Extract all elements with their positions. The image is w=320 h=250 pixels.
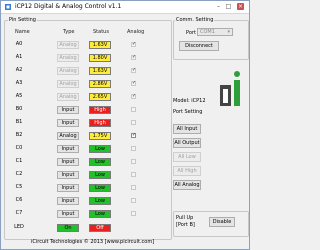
pin-status-indicator: Low bbox=[89, 197, 111, 205]
pin-status-indicator: 1.80V bbox=[89, 54, 111, 62]
pin-name: B2 bbox=[15, 132, 23, 138]
minimize-button[interactable]: – bbox=[215, 3, 222, 10]
maximize-button[interactable]: □ bbox=[225, 3, 232, 10]
pin-name: B0 bbox=[15, 106, 23, 112]
pin-status-indicator: Low bbox=[89, 184, 111, 192]
pin-status-indicator: High bbox=[89, 106, 111, 114]
pin-analog-checkbox[interactable] bbox=[131, 159, 136, 164]
pin-name: A0 bbox=[15, 41, 23, 47]
icircuit-logo-icon bbox=[220, 71, 240, 106]
header-name: Name bbox=[15, 29, 30, 35]
pin-type-button[interactable]: Analog bbox=[57, 80, 79, 88]
pin-analog-checkbox[interactable]: ✓ bbox=[131, 42, 136, 47]
pin-name: A2 bbox=[15, 67, 23, 73]
pin-type-button[interactable]: Input bbox=[57, 171, 79, 179]
pin-analog-checkbox[interactable] bbox=[131, 107, 136, 112]
footer-copyright: iCircuit Technologies © 2013 [www.picirc… bbox=[31, 239, 155, 245]
header-status: Status bbox=[93, 29, 109, 35]
pin-status-indicator: 1.63V bbox=[89, 67, 111, 75]
pin-type-button[interactable]: Input bbox=[57, 119, 79, 127]
pin-analog-checkbox[interactable] bbox=[131, 146, 136, 151]
close-button[interactable]: × bbox=[237, 3, 244, 10]
pin-setting-group bbox=[4, 20, 172, 240]
pin-type-button[interactable]: Analog bbox=[57, 54, 79, 62]
pin-analog-checkbox[interactable]: ✓ bbox=[131, 81, 136, 86]
chevron-down-icon: ▾ bbox=[227, 29, 230, 35]
pin-analog-checkbox[interactable]: ✓ bbox=[131, 55, 136, 60]
header-type: Type bbox=[63, 29, 75, 35]
port-label: Port bbox=[186, 30, 196, 36]
all-input-button[interactable]: All Input bbox=[173, 124, 201, 134]
comm-setting-caption: Comm. Setting bbox=[175, 17, 215, 23]
pin-name: C1 bbox=[15, 158, 23, 164]
pin-analog-checkbox[interactable] bbox=[131, 185, 136, 190]
pullup-label: Pull Up bbox=[176, 215, 194, 221]
pin-status-indicator: 2.86V bbox=[89, 80, 111, 88]
pin-type-button[interactable]: Input bbox=[57, 210, 79, 218]
pin-status-indicator: 1.75V bbox=[89, 132, 111, 140]
pin-analog-checkbox[interactable]: ✓ bbox=[131, 94, 136, 99]
all-analog-button[interactable]: All Analog bbox=[173, 180, 201, 190]
pin-type-button[interactable]: Analog bbox=[57, 41, 79, 49]
pin-name: A3 bbox=[15, 80, 23, 86]
pin-analog-checkbox[interactable] bbox=[131, 198, 136, 203]
pin-type-button[interactable]: Input bbox=[57, 184, 79, 192]
pin-type-button[interactable]: Analog bbox=[57, 67, 79, 75]
pin-status-indicator: 2.65V bbox=[89, 93, 111, 101]
port-setting-caption: Port Setting bbox=[173, 109, 203, 115]
pin-status-indicator: 1.63V bbox=[89, 41, 111, 49]
pin-status-indicator: Low bbox=[89, 171, 111, 179]
pin-analog-checkbox[interactable]: ✓ bbox=[131, 68, 136, 73]
all-high-button[interactable]: All High bbox=[173, 166, 201, 176]
header-analog: Analog bbox=[127, 29, 145, 35]
app-chip-icon bbox=[5, 4, 11, 10]
pin-analog-checkbox[interactable] bbox=[131, 172, 136, 177]
pin-status-indicator: Low bbox=[89, 210, 111, 218]
pin-analog-checkbox[interactable]: ✓ bbox=[131, 133, 136, 138]
pin-name: C7 bbox=[15, 210, 23, 216]
pin-analog-checkbox[interactable] bbox=[131, 211, 136, 216]
led-label: LED bbox=[14, 224, 24, 230]
pin-name: C2 bbox=[15, 171, 23, 177]
all-output-button[interactable]: All Output bbox=[173, 138, 201, 148]
pin-type-button[interactable]: Input bbox=[57, 158, 79, 166]
pin-name: A5 bbox=[15, 93, 23, 99]
pin-analog-checkbox[interactable] bbox=[131, 120, 136, 125]
pullup-port-label: [Port B] bbox=[176, 222, 195, 228]
disable-pullup-button[interactable]: Disable bbox=[209, 217, 235, 227]
app-window: iCP12 Digital & Analog Control v1.1 – □ … bbox=[0, 0, 250, 250]
port-select-value: COM1 bbox=[200, 29, 215, 35]
model-label: Model: iCP12 bbox=[173, 98, 206, 104]
pin-type-button[interactable]: Input bbox=[57, 145, 79, 153]
pin-status-indicator: Low bbox=[89, 145, 111, 153]
led-off-button[interactable]: Off bbox=[89, 224, 111, 232]
pin-setting-caption: Pin Setting bbox=[8, 17, 37, 23]
pin-status-indicator: High bbox=[89, 119, 111, 127]
pin-status-indicator: Low bbox=[89, 158, 111, 166]
disconnect-button[interactable]: Disconnect bbox=[179, 41, 219, 51]
title-bar[interactable]: iCP12 Digital & Analog Control v1.1 – □ … bbox=[1, 1, 249, 14]
comm-setting-group bbox=[173, 20, 249, 60]
pin-type-button[interactable]: Analog bbox=[57, 93, 79, 101]
led-on-button[interactable]: On bbox=[57, 224, 79, 232]
pin-name: C0 bbox=[15, 145, 23, 151]
pin-type-button[interactable]: Analog bbox=[57, 132, 79, 140]
all-low-button[interactable]: All Low bbox=[173, 152, 201, 162]
pin-name: C5 bbox=[15, 184, 23, 190]
pin-name: A1 bbox=[15, 54, 23, 60]
pin-name: B1 bbox=[15, 119, 23, 125]
window-title: iCP12 Digital & Analog Control v1.1 bbox=[15, 3, 122, 10]
pin-type-button[interactable]: Input bbox=[57, 106, 79, 114]
pin-type-button[interactable]: Input bbox=[57, 197, 79, 205]
port-select[interactable]: COM1 ▾ bbox=[197, 28, 233, 36]
pin-name: C6 bbox=[15, 197, 23, 203]
